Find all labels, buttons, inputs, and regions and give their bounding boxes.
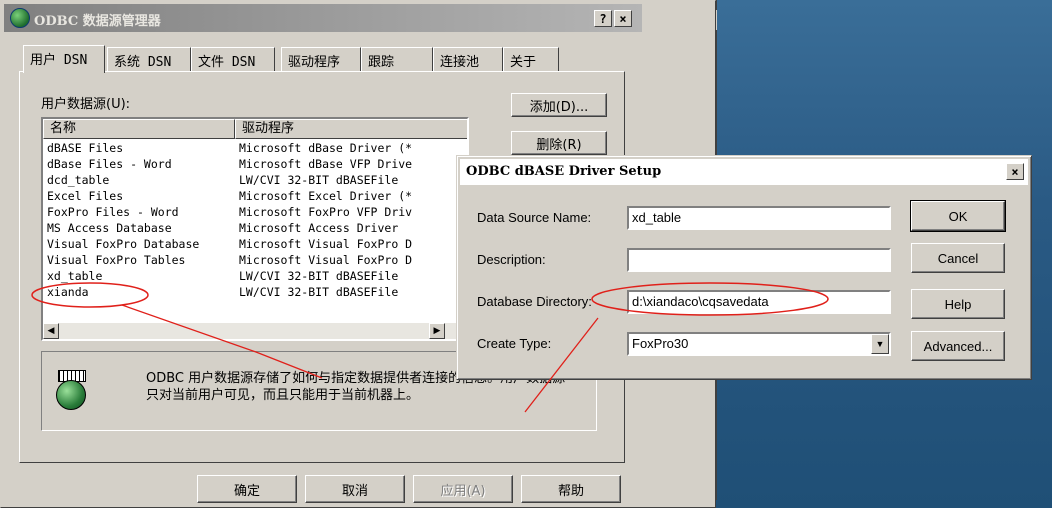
list-item-name: Visual FoxPro Tables — [47, 253, 186, 267]
setup-advanced-button[interactable]: Advanced... — [911, 331, 1005, 361]
list-item-name: dBASE Files — [47, 141, 124, 155]
apply-button[interactable]: 应用(A) — [413, 475, 513, 503]
list-item-driver: LW/CVI 32-BIT dBASEFile — [239, 285, 399, 299]
database-icon — [54, 370, 90, 410]
setup-ok-button[interactable]: OK — [910, 200, 1006, 232]
list-item[interactable]: dcd_table LW/CVI 32-BIT dBASEFile — [43, 173, 463, 189]
list-item[interactable]: Excel Files Microsoft Excel Driver (* — [43, 189, 463, 205]
list-item-name: Visual FoxPro Database — [47, 237, 200, 251]
list-item[interactable]: FoxPro Files - Word Microsoft FoxPro VFP … — [43, 205, 463, 221]
tab-user-dsn[interactable]: 用户 DSN — [23, 45, 105, 73]
column-header-name[interactable]: 名称 — [43, 119, 235, 139]
dbase-setup-dialog: ODBC dBASE Driver Setup × Data Source Na… — [456, 155, 1032, 380]
close-icon[interactable]: × — [1006, 163, 1024, 180]
list-item-name: xd_table — [47, 269, 103, 283]
list-item-name: Excel Files — [47, 189, 124, 203]
ok-button[interactable]: 确定 — [197, 475, 297, 503]
list-item-driver: Microsoft dBase Driver (* — [239, 141, 413, 155]
data-source-name-field[interactable]: xd_table — [627, 206, 891, 230]
create-type-label: Create Type: — [477, 336, 552, 351]
data-source-list[interactable]: 名称 驱动程序 ▲ ▼ ◀ ▶ dBASE FilesMicrosoft dBa… — [41, 117, 469, 341]
window-title: ODBC 数据源管理器 — [34, 14, 161, 29]
list-item-name: FoxPro Files - Word — [47, 205, 179, 219]
list-item-driver: Microsoft Access Driver — [239, 221, 399, 235]
tab-about[interactable]: 关于 — [503, 47, 559, 71]
description-label: Description: — [477, 252, 546, 267]
tab-connection-pooling[interactable]: 连接池 — [433, 47, 503, 71]
odbc-titlebar: ODBC 数据源管理器 ? × — [4, 4, 642, 32]
list-item[interactable]: MS Access Database Microsoft Access Drive… — [43, 221, 463, 237]
list-item[interactable]: xianda LW/CVI 32-BIT dBASEFile — [43, 285, 463, 301]
list-item-driver: Microsoft Excel Driver (* — [239, 189, 413, 203]
dialog-titlebar: ODBC dBASE Driver Setup × — [460, 159, 1028, 185]
list-item-driver: LW/CVI 32-BIT dBASEFile — [239, 269, 399, 283]
list-item[interactable]: Visual FoxPro Database Microsoft Visual F… — [43, 237, 463, 253]
list-item-driver: Microsoft dBase VFP Drive — [239, 157, 413, 171]
close-icon[interactable]: × — [614, 10, 632, 27]
scroll-right-icon[interactable]: ▶ — [429, 323, 445, 339]
list-item[interactable]: xd_table LW/CVI 32-BIT dBASEFile — [43, 269, 463, 285]
create-type-select[interactable]: FoxPro30 ▼ — [627, 332, 891, 356]
tab-system-dsn[interactable]: 系统 DSN — [107, 47, 191, 71]
dialog-title: ODBC dBASE Driver Setup — [466, 164, 662, 179]
list-item-driver: LW/CVI 32-BIT dBASEFile — [239, 173, 399, 187]
setup-help-button[interactable]: Help — [911, 289, 1005, 319]
data-source-name-label: Data Source Name: — [477, 210, 592, 225]
list-item-driver: Microsoft Visual FoxPro D — [239, 253, 413, 267]
create-type-value: FoxPro30 — [632, 336, 689, 351]
list-item[interactable]: dBase Files - Word Microsoft dBase VFP Dr… — [43, 157, 463, 173]
column-header-driver[interactable]: 驱动程序 — [235, 119, 467, 139]
list-item-name: dcd_table — [47, 173, 110, 187]
help-icon[interactable]: ? — [594, 10, 612, 27]
remove-button[interactable]: 删除(R) — [511, 131, 607, 155]
list-item-name: xianda — [47, 285, 89, 299]
list-item-name: dBase Files - Word — [47, 157, 172, 171]
add-button[interactable]: 添加(D)... — [511, 93, 607, 117]
cancel-button[interactable]: 取消 — [305, 475, 405, 503]
list-item-name: MS Access Database — [47, 221, 172, 235]
list-item-driver: Microsoft FoxPro VFP Driv — [239, 205, 413, 219]
database-directory-label: Database Directory: — [477, 294, 592, 309]
list-item[interactable]: Visual FoxPro Tables Microsoft Visual Fox… — [43, 253, 463, 269]
list-item[interactable]: dBASE Files Microsoft dBase Driver (* — [43, 141, 463, 157]
odbc-globe-icon — [10, 8, 30, 28]
help-button[interactable]: 帮助 — [521, 475, 621, 503]
description-field[interactable] — [627, 248, 891, 272]
tab-tracing[interactable]: 跟踪 — [361, 47, 433, 71]
horizontal-scrollbar[interactable]: ◀ ▶ — [43, 323, 467, 339]
setup-cancel-button[interactable]: Cancel — [911, 243, 1005, 273]
database-directory-field[interactable]: d:\xiandaco\cqsavedata — [627, 290, 891, 314]
chevron-down-icon[interactable]: ▼ — [871, 334, 889, 354]
tab-file-dsn[interactable]: 文件 DSN — [191, 47, 275, 71]
list-item-driver: Microsoft Visual FoxPro D — [239, 237, 413, 251]
user-data-sources-label: 用户数据源(U): — [41, 97, 131, 112]
tab-drivers[interactable]: 驱动程序 — [281, 47, 361, 71]
scroll-left-icon[interactable]: ◀ — [43, 323, 59, 339]
